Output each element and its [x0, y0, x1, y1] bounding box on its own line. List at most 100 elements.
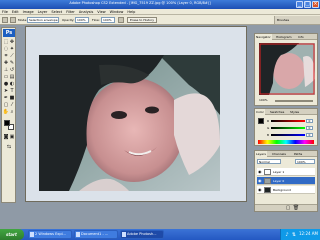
navigator-preview[interactable] — [259, 43, 315, 95]
brushes-palette-well: Brushes — [274, 16, 320, 24]
erase-to-history-checkbox[interactable]: Erase to History — [127, 17, 157, 23]
tools-panel: Ps ⬚ ✥ ◌ ✦ ⌗ ⟋ ✚ ✎ ⊥ ↺ ▭ ▤ ● ◐ ➤ T ✒ ■ ▢… — [1, 27, 16, 203]
maximize-button[interactable]: □ — [304, 1, 311, 8]
task-label: Adobe Photosh... — [127, 232, 157, 236]
visibility-eye-icon[interactable]: ◉ — [258, 188, 262, 192]
channel-g-slider[interactable] — [271, 127, 305, 129]
navigator-zoom-value[interactable]: 100% — [259, 98, 268, 102]
channel-g-label: G — [267, 126, 270, 130]
layer-name: Layer 0 — [273, 179, 285, 183]
clock: 12:24 AM — [299, 231, 318, 236]
history-brush-icon[interactable]: ↺ — [9, 67, 15, 73]
layer-opacity-field[interactable]: 100% — [295, 159, 315, 164]
photoshop-icon — [122, 232, 126, 237]
brush-icon[interactable]: ✎ — [9, 60, 15, 66]
channel-b-slider[interactable] — [271, 134, 305, 136]
start-button[interactable]: start — [0, 229, 24, 240]
move-icon[interactable]: ✥ — [9, 39, 15, 45]
foreground-color-swatch[interactable] — [4, 120, 10, 126]
mode-label: Mode: — [18, 18, 28, 22]
new-layer-icon[interactable]: ▢ — [285, 205, 291, 211]
system-tray: ♪ ⇅ 12:24 AM — [280, 229, 320, 240]
slice-icon[interactable]: ⟋ — [9, 53, 15, 59]
eyedropper-icon[interactable]: ⁄ — [9, 102, 15, 108]
navigator-zoom-slider[interactable] — [275, 100, 313, 102]
title-bar: Adobe Photoshop CS2 Extended - [IMG_7519… — [0, 0, 320, 9]
layer-thumbnail — [264, 178, 271, 184]
navigator-thumbnail — [259, 43, 315, 95]
channel-r-label: R — [267, 119, 270, 123]
channel-r-slider[interactable] — [271, 120, 305, 122]
options-bar: Mode: Selection envelope Opacity: 100% F… — [0, 15, 320, 25]
color-fg-swatch[interactable] — [258, 118, 264, 124]
navigator-tabs: Navigator Histogram Info — [255, 34, 317, 40]
color-tabs: Color Swatches Styles — [255, 109, 317, 115]
navigator-panel: Navigator Histogram Info 100% — [254, 33, 318, 106]
layer-row[interactable]: ◉ Layer 1 — [257, 168, 315, 176]
volume-icon[interactable]: ♪ — [284, 232, 290, 238]
type-icon[interactable]: T — [9, 88, 15, 94]
tab-channels[interactable]: Channels — [271, 151, 287, 157]
photoshop-logo: Ps — [3, 29, 15, 37]
flow-field[interactable]: 100% — [101, 17, 115, 23]
screen-mode-icon[interactable]: ▣ — [9, 134, 15, 140]
channel-g-value[interactable]: 0 — [306, 126, 313, 130]
photo-image — [39, 55, 220, 191]
layer-thumbnail — [264, 187, 271, 193]
word-icon — [76, 232, 80, 237]
close-button[interactable]: × — [312, 1, 319, 8]
task-label: Document1 - ... — [81, 232, 109, 236]
airbrush-icon[interactable] — [118, 17, 124, 23]
taskbar-item-photoshop[interactable]: Adobe Photosh... — [120, 230, 164, 239]
opacity-label: Opacity: — [62, 18, 75, 22]
folder-icon — [30, 232, 34, 237]
layers-footer: ▢ 🗑 — [255, 204, 317, 211]
document-window — [25, 26, 247, 202]
minimize-button[interactable]: _ — [296, 1, 303, 8]
tab-histogram[interactable]: Histogram — [275, 34, 293, 40]
network-icon[interactable]: ⇅ — [291, 232, 297, 238]
zoom-icon[interactable]: ⌕ — [9, 109, 15, 115]
tab-swatches[interactable]: Swatches — [269, 109, 285, 115]
window-title: Adobe Photoshop CS2 Extended - [IMG_7519… — [69, 1, 211, 5]
tab-info[interactable]: Info — [297, 34, 305, 40]
opacity-field[interactable]: 100% — [75, 17, 89, 23]
channel-b-label: B — [267, 133, 270, 137]
trash-icon[interactable]: 🗑 — [293, 205, 299, 211]
layers-tabs: Layers Channels Paths — [255, 151, 317, 157]
brushes-tab[interactable]: Brushes — [275, 16, 291, 24]
taskbar-item-document[interactable]: Document1 - ... — [74, 230, 118, 239]
canvas-area — [26, 27, 246, 201]
photo-canvas[interactable] — [39, 55, 220, 191]
layer-row-selected[interactable]: ◉ Layer 0 — [257, 177, 315, 185]
layer-thumbnail — [264, 169, 271, 175]
visibility-eye-icon[interactable]: ◉ — [258, 179, 262, 183]
dodge-icon[interactable]: ◐ — [9, 81, 15, 87]
brush-preset-icon[interactable] — [10, 17, 16, 23]
gradient-icon[interactable]: ▤ — [9, 74, 15, 80]
flow-label: Flow: — [92, 18, 100, 22]
magic-wand-icon[interactable]: ✦ — [9, 46, 15, 52]
taskbar-item-explorer[interactable]: 2 Windows Expl... — [28, 230, 72, 239]
task-label: 2 Windows Expl... — [35, 232, 66, 236]
layer-row[interactable]: ◉ Background — [257, 186, 315, 194]
visibility-eye-icon[interactable]: ◉ — [258, 170, 262, 174]
tab-paths[interactable]: Paths — [293, 151, 303, 157]
channel-b-value[interactable]: 0 — [306, 133, 313, 137]
blend-mode-select[interactable]: Normal — [257, 159, 281, 164]
tab-styles[interactable]: Styles — [289, 109, 300, 115]
tool-preset-icon[interactable] — [2, 17, 8, 23]
layer-name: Layer 1 — [273, 170, 285, 174]
layers-panel: Layers Channels Paths Normal 100% ◉ Laye… — [254, 150, 318, 212]
shape-icon[interactable]: ■ — [9, 95, 15, 101]
color-spectrum-ramp[interactable] — [258, 140, 314, 144]
tab-color[interactable]: Color — [255, 109, 265, 115]
tab-navigator[interactable]: Navigator — [255, 34, 272, 40]
layer-name: Background — [273, 188, 291, 192]
channel-r-value[interactable]: 0 — [306, 119, 313, 123]
tab-layers[interactable]: Layers — [255, 151, 267, 157]
color-panel: Color Swatches Styles R 0 G 0 B 0 — [254, 108, 318, 146]
mode-select[interactable]: Selection envelope — [27, 17, 59, 23]
jump-to-imageready-icon[interactable]: ⇆ — [6, 144, 12, 150]
taskbar: start 2 Windows Expl... Document1 - ... … — [0, 229, 320, 240]
